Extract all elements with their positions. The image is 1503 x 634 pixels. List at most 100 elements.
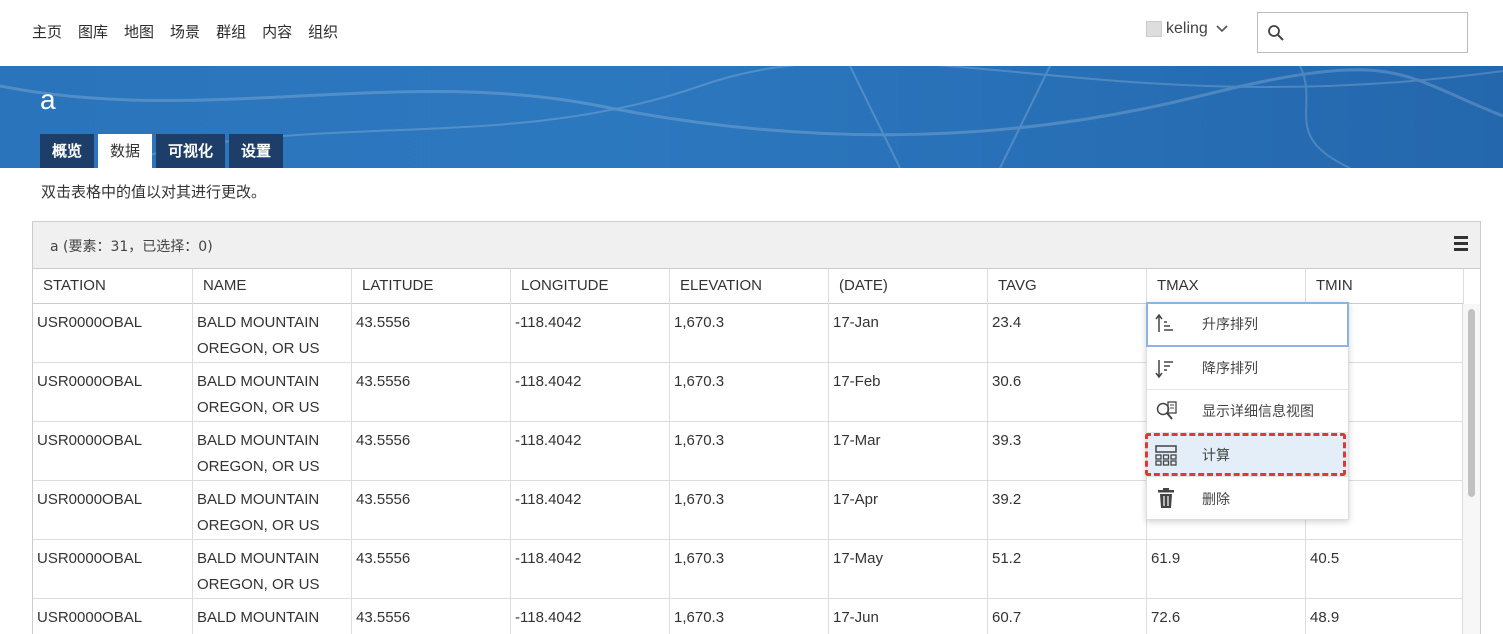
cell-longitude[interactable]: -118.4042: [511, 481, 670, 540]
tab-settings[interactable]: 设置: [229, 134, 284, 168]
nav-link-content[interactable]: 内容: [262, 21, 292, 42]
cell-date[interactable]: 17-Apr: [829, 481, 988, 540]
username: keling: [1166, 20, 1208, 37]
cell-latitude[interactable]: 43.5556: [352, 540, 511, 599]
column-header-name[interactable]: NAME: [193, 269, 352, 304]
cell-station[interactable]: USR0000OBAL: [33, 304, 193, 363]
nav-link-scene[interactable]: 场景: [170, 21, 200, 42]
cell-station[interactable]: USR0000OBAL: [33, 599, 193, 634]
menu-label: 删除: [1202, 491, 1230, 508]
nav-link-gallery[interactable]: 图库: [78, 21, 108, 42]
sort-descending-icon: [1155, 357, 1177, 379]
table-row[interactable]: USR0000OBAL BALD MOUNTAIN 43.5556 -118.4…: [33, 599, 1464, 634]
cell-station[interactable]: USR0000OBAL: [33, 422, 193, 481]
cell-station[interactable]: USR0000OBAL: [33, 540, 193, 599]
cell-name[interactable]: BALD MOUNTAIN OREGON, OR US: [193, 422, 352, 481]
column-header-date[interactable]: (DATE): [829, 269, 988, 304]
cell-tavg[interactable]: 39.2: [988, 481, 1147, 540]
cell-date[interactable]: 17-Feb: [829, 363, 988, 422]
cell-tmax[interactable]: 61.9: [1147, 540, 1306, 599]
column-header-station[interactable]: STATION: [33, 269, 193, 304]
tab-data[interactable]: 数据: [98, 134, 153, 168]
cell-longitude[interactable]: -118.4042: [511, 304, 670, 363]
search-icon: [1267, 24, 1285, 42]
cell-name[interactable]: BALD MOUNTAIN OREGON, OR US: [193, 540, 352, 599]
menu-label: 计算: [1202, 448, 1230, 464]
menu-label: 升序排列: [1202, 317, 1258, 333]
cell-elevation[interactable]: 1,670.3: [670, 422, 829, 481]
column-header-latitude[interactable]: LATITUDE: [352, 269, 511, 304]
cell-date[interactable]: 17-Jun: [829, 599, 988, 634]
cell-name[interactable]: BALD MOUNTAIN OREGON, OR US: [193, 363, 352, 422]
cell-tavg[interactable]: 30.6: [988, 363, 1147, 422]
column-header-tmax[interactable]: TMAX: [1147, 269, 1306, 304]
cell-tavg[interactable]: 60.7: [988, 599, 1147, 634]
column-header-tmin[interactable]: TMIN: [1306, 269, 1464, 304]
cell-date[interactable]: 17-May: [829, 540, 988, 599]
cell-tmin[interactable]: 40.5: [1306, 540, 1464, 599]
search-input[interactable]: [1292, 21, 1462, 45]
menu-item-delete[interactable]: 删除: [1147, 477, 1348, 520]
nav-link-map[interactable]: 地图: [124, 21, 154, 42]
menu-item-sort-ascending[interactable]: 升序排列: [1146, 302, 1349, 347]
column-header-tavg[interactable]: TAVG: [988, 269, 1147, 304]
cell-date[interactable]: 17-Mar: [829, 422, 988, 481]
trash-icon: [1155, 487, 1177, 509]
cell-latitude[interactable]: 43.5556: [352, 422, 511, 481]
cell-date[interactable]: 17-Jan: [829, 304, 988, 363]
table-row[interactable]: USR0000OBAL BALD MOUNTAIN OREGON, OR US …: [33, 540, 1464, 599]
scrollbar-thumb[interactable]: [1468, 309, 1475, 497]
cell-name[interactable]: BALD MOUNTAIN: [193, 599, 352, 634]
sort-ascending-icon: [1155, 313, 1177, 335]
cell-tavg[interactable]: 51.2: [988, 540, 1147, 599]
nav-link-organization[interactable]: 组织: [308, 21, 338, 42]
menu-label: 降序排列: [1202, 361, 1258, 377]
cell-latitude[interactable]: 43.5556: [352, 304, 511, 363]
nav-link-home[interactable]: 主页: [32, 21, 62, 42]
cell-name[interactable]: BALD MOUNTAIN OREGON, OR US: [193, 304, 352, 363]
tab-overview[interactable]: 概览: [40, 134, 95, 168]
calculator-icon: [1155, 444, 1177, 466]
cell-elevation[interactable]: 1,670.3: [670, 599, 829, 634]
cell-name[interactable]: BALD MOUNTAIN OREGON, OR US: [193, 481, 352, 540]
table-scrollbar[interactable]: [1462, 304, 1480, 634]
cell-latitude[interactable]: 43.5556: [352, 599, 511, 634]
tab-visualization[interactable]: 可视化: [156, 134, 226, 168]
table-title: a (要素：31，已选择：0): [50, 239, 213, 255]
table-menu-icon[interactable]: [1454, 236, 1468, 252]
cell-station[interactable]: USR0000OBAL: [33, 481, 193, 540]
cell-elevation[interactable]: 1,670.3: [670, 481, 829, 540]
nav-link-groups[interactable]: 群组: [216, 21, 246, 42]
column-context-menu: 升序排列 降序排列 显示详细信息视图 计算 删除: [1145, 302, 1349, 520]
menu-label: 显示详细信息视图: [1202, 404, 1314, 420]
cell-latitude[interactable]: 43.5556: [352, 481, 511, 540]
user-menu[interactable]: keling: [1146, 20, 1228, 38]
cell-tmax[interactable]: 72.6: [1147, 599, 1306, 634]
cell-latitude[interactable]: 43.5556: [352, 363, 511, 422]
cell-longitude[interactable]: -118.4042: [511, 422, 670, 481]
column-header-elevation[interactable]: ELEVATION: [670, 269, 829, 304]
cell-tavg[interactable]: 39.3: [988, 422, 1147, 481]
item-title: a: [40, 84, 56, 115]
menu-item-detail-view[interactable]: 显示详细信息视图: [1147, 390, 1348, 433]
top-navigation: 主页 图库 地图 场景 群组 内容 组织 keling: [0, 0, 1503, 66]
cell-elevation[interactable]: 1,670.3: [670, 304, 829, 363]
table-header-bar: a (要素：31，已选择：0): [33, 222, 1480, 269]
menu-item-sort-descending[interactable]: 降序排列: [1147, 347, 1348, 390]
cell-elevation[interactable]: 1,670.3: [670, 363, 829, 422]
search-box[interactable]: [1257, 12, 1468, 53]
cell-longitude[interactable]: -118.4042: [511, 540, 670, 599]
cell-tavg[interactable]: 23.4: [988, 304, 1147, 363]
menu-item-calculate[interactable]: 计算: [1147, 434, 1348, 477]
cell-tmin[interactable]: 48.9: [1306, 599, 1464, 634]
column-header-longitude[interactable]: LONGITUDE: [511, 269, 670, 304]
edit-hint: 双击表格中的值以对其进行更改。: [41, 183, 267, 201]
cell-station[interactable]: USR0000OBAL: [33, 363, 193, 422]
item-banner: a 概览 数据 可视化 设置: [0, 66, 1503, 168]
avatar: [1146, 21, 1162, 37]
chevron-down-icon: [1216, 22, 1228, 36]
cell-elevation[interactable]: 1,670.3: [670, 540, 829, 599]
cell-longitude[interactable]: -118.4042: [511, 599, 670, 634]
cell-longitude[interactable]: -118.4042: [511, 363, 670, 422]
table-column-headers: STATION NAME LATITUDE LONGITUDE ELEVATIO…: [33, 269, 1464, 304]
